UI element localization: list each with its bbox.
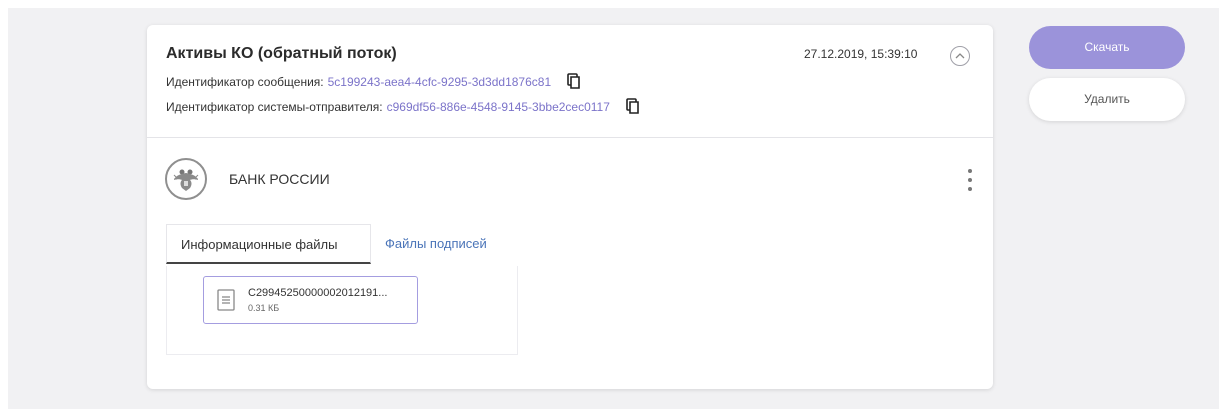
message-title: Активы КО (обратный поток) [166, 45, 397, 62]
message-card: Активы КО (обратный поток) Идентификатор… [147, 25, 993, 389]
bank-emblem-icon [165, 158, 207, 200]
delete-button[interactable]: Удалить [1029, 78, 1185, 121]
files-panel: C29945250000002012191... 0.31 КБ [166, 266, 518, 355]
file-size: 0.31 КБ [248, 303, 280, 313]
message-id-label: Идентификатор сообщения: [166, 75, 324, 89]
message-id-row: Идентификатор сообщения: 5c199243-aea4-4… [166, 73, 583, 90]
tab-signature-files[interactable]: Файлы подписей [371, 224, 501, 264]
chevron-up-icon[interactable] [950, 46, 970, 66]
file-name: C29945250000002012191... [248, 287, 388, 299]
message-id-value[interactable]: 5c199243-aea4-4cfc-9295-3d3dd1876c81 [328, 75, 552, 89]
file-tabs: Информационные файлы Файлы подписей [166, 224, 501, 264]
message-timestamp: 27.12.2019, 15:39:10 [804, 47, 918, 61]
kebab-menu-icon[interactable] [967, 168, 973, 197]
document-icon [217, 289, 235, 316]
copy-icon[interactable] [626, 98, 642, 114]
download-button[interactable]: Скачать [1029, 26, 1185, 69]
sender-id-row: Идентификатор системы-отправителя: c969d… [166, 98, 642, 115]
message-header: Активы КО (обратный поток) Идентификатор… [147, 25, 993, 138]
copy-icon[interactable] [567, 73, 583, 89]
tab-information-files[interactable]: Информационные файлы [166, 224, 371, 264]
file-item[interactable]: C29945250000002012191... 0.31 КБ [203, 276, 418, 324]
organization-name: БАНК РОССИИ [229, 171, 330, 187]
organization-row: БАНК РОССИИ [165, 158, 330, 200]
sender-id-label: Идентификатор системы-отправителя: [166, 100, 383, 114]
sender-id-value[interactable]: c969df56-886e-4548-9145-3bbe2cec0117 [387, 100, 610, 114]
